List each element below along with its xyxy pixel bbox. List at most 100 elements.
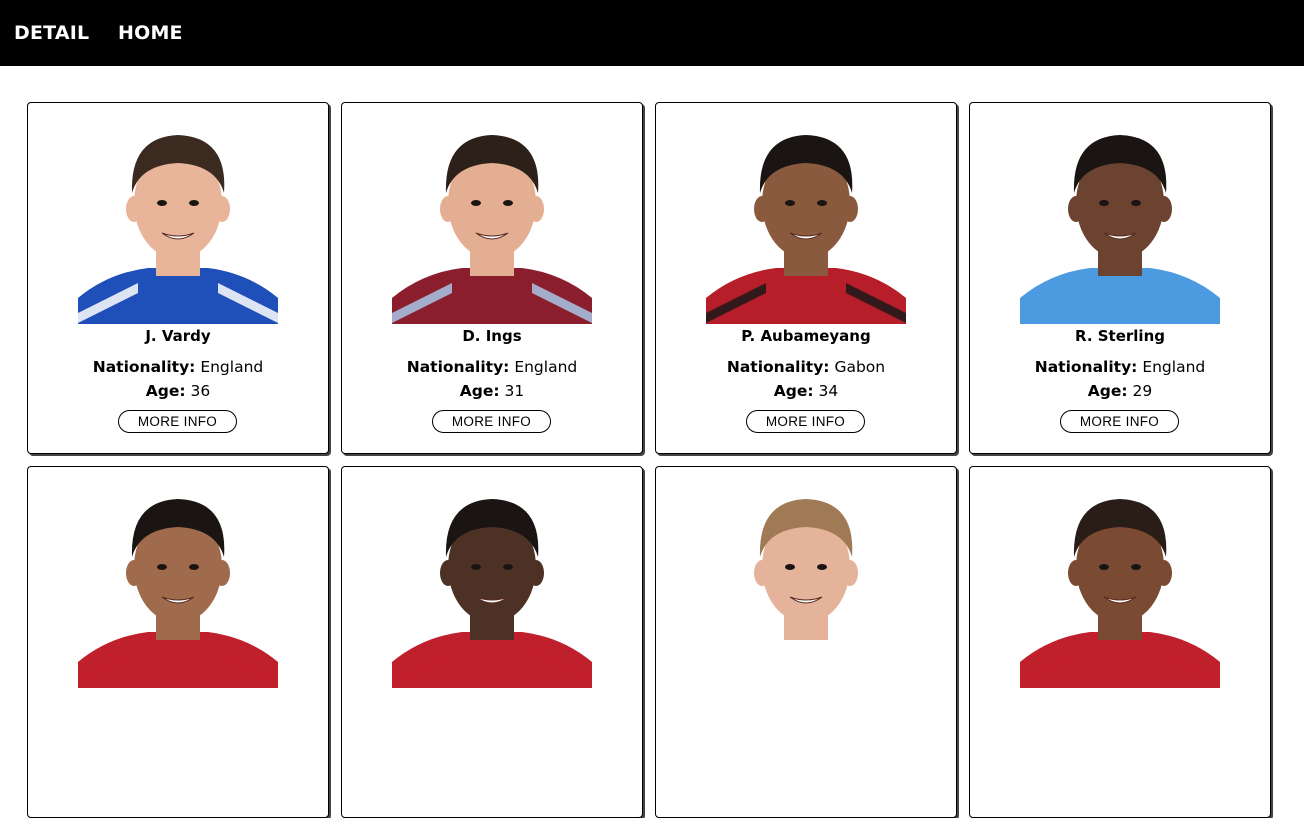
age-value: 36 <box>190 382 211 400</box>
nationality-value: England <box>1142 358 1206 376</box>
portrait-image <box>78 499 278 688</box>
nationality-value: England <box>514 358 578 376</box>
portrait-ear-left <box>754 560 770 586</box>
player-age: Age: 34 <box>656 382 956 400</box>
player-photo <box>392 487 592 688</box>
nationality-label: Nationality: <box>726 358 830 376</box>
portrait-shirt <box>1020 632 1220 688</box>
player-nationality: Nationality: England <box>28 358 328 376</box>
age-label: Age: <box>459 382 500 400</box>
player-nationality: Nationality: Gabon <box>656 358 956 376</box>
age-label: Age: <box>773 382 814 400</box>
more-info-button[interactable]: MORE INFO <box>432 410 551 433</box>
portrait-shirt <box>78 268 278 324</box>
portrait-shirt <box>1020 268 1220 324</box>
age-label: Age: <box>1087 382 1128 400</box>
player-photo <box>392 123 592 324</box>
player-nationality: Nationality: England <box>342 358 642 376</box>
player-photo <box>1020 487 1220 688</box>
portrait-eye-right <box>189 564 199 570</box>
player-age: Age: 36 <box>28 382 328 400</box>
player-card <box>969 466 1271 818</box>
portrait-eye-right <box>503 200 513 206</box>
portrait-ear-left <box>440 196 456 222</box>
top-navbar: DETAIL HOME <box>0 0 1304 66</box>
player-card <box>27 466 329 818</box>
portrait-eye-right <box>817 200 827 206</box>
portrait-ear-right <box>1156 196 1172 222</box>
player-card <box>341 466 643 818</box>
portrait-image <box>1020 135 1220 324</box>
age-value: 29 <box>1132 382 1153 400</box>
player-age: Age: 31 <box>342 382 642 400</box>
more-info-button[interactable]: MORE INFO <box>118 410 237 433</box>
portrait-ear-right <box>214 560 230 586</box>
age-value: 34 <box>818 382 839 400</box>
player-card: D. Ings Nationality: England Age: 31 MOR… <box>341 102 643 454</box>
portrait-eye-left <box>471 200 481 206</box>
player-photo <box>78 487 278 688</box>
more-info-button[interactable]: MORE INFO <box>746 410 865 433</box>
portrait-eye-left <box>157 564 167 570</box>
portrait-ear-right <box>528 560 544 586</box>
nationality-value: England <box>200 358 264 376</box>
portrait-ear-left <box>126 196 142 222</box>
player-name: P. Aubameyang <box>741 327 871 345</box>
portrait-ear-left <box>126 560 142 586</box>
portrait-eye-left <box>157 200 167 206</box>
portrait-eye-left <box>785 564 795 570</box>
portrait-image <box>1020 499 1220 688</box>
player-card: J. Vardy Nationality: England Age: 36 MO… <box>27 102 329 454</box>
portrait-eye-right <box>189 200 199 206</box>
portrait-eye-right <box>503 564 513 570</box>
player-card: P. Aubameyang Nationality: Gabon Age: 34… <box>655 102 957 454</box>
portrait-image <box>392 499 592 688</box>
portrait-shirt <box>78 632 278 688</box>
player-photo <box>706 123 906 324</box>
player-name: R. Sterling <box>1075 327 1165 345</box>
player-card: R. Sterling Nationality: England Age: 29… <box>969 102 1271 454</box>
portrait-image <box>78 135 278 324</box>
nationality-value: Gabon <box>834 358 886 376</box>
portrait-eye-right <box>1131 564 1141 570</box>
player-photo <box>78 123 278 324</box>
portrait-ear-left <box>1068 196 1084 222</box>
portrait-shirt <box>706 268 906 324</box>
portrait-ear-right <box>1156 560 1172 586</box>
portrait-image <box>706 135 906 324</box>
portrait-ear-left <box>754 196 770 222</box>
portrait-eye-left <box>1099 564 1109 570</box>
portrait-ear-right <box>214 196 230 222</box>
portrait-ear-left <box>440 560 456 586</box>
portrait-shirt <box>706 632 906 688</box>
nav-detail-link[interactable]: DETAIL <box>14 22 89 44</box>
nationality-label: Nationality: <box>406 358 510 376</box>
portrait-shirt <box>392 268 592 324</box>
player-photo <box>1020 123 1220 324</box>
age-value: 31 <box>504 382 525 400</box>
portrait-ear-left <box>1068 560 1084 586</box>
portrait-eye-right <box>817 564 827 570</box>
player-name: J. Vardy <box>145 327 211 345</box>
age-label: Age: <box>145 382 186 400</box>
portrait-ear-right <box>842 196 858 222</box>
portrait-eye-left <box>471 564 481 570</box>
player-nationality: Nationality: England <box>970 358 1270 376</box>
player-name: D. Ings <box>462 327 522 345</box>
player-age: Age: 29 <box>970 382 1270 400</box>
portrait-eye-left <box>1099 200 1109 206</box>
player-card <box>655 466 957 818</box>
portrait-image <box>392 135 592 324</box>
portrait-eye-right <box>1131 200 1141 206</box>
more-info-button[interactable]: MORE INFO <box>1060 410 1179 433</box>
portrait-ear-right <box>528 196 544 222</box>
nationality-label: Nationality: <box>1034 358 1138 376</box>
portrait-eye-left <box>785 200 795 206</box>
player-photo <box>706 487 906 688</box>
portrait-shirt <box>392 632 592 688</box>
nav-home-link[interactable]: HOME <box>118 22 183 44</box>
portrait-ear-right <box>842 560 858 586</box>
portrait-image <box>706 499 906 688</box>
nationality-label: Nationality: <box>92 358 196 376</box>
player-grid: J. Vardy Nationality: England Age: 36 MO… <box>27 102 1271 818</box>
